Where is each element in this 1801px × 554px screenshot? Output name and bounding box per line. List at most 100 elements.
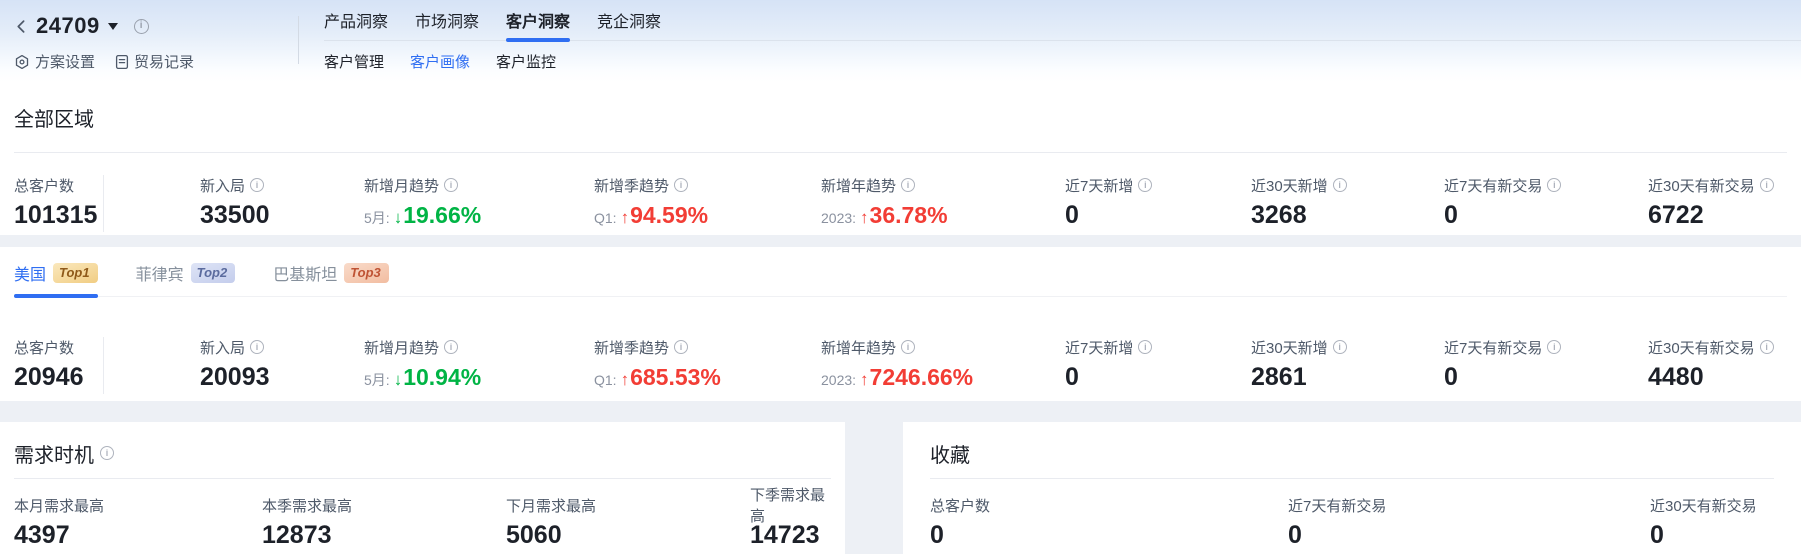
header-actions: 方案设置 贸易记录 xyxy=(14,51,298,72)
stat-new-7d: 近7天新增 0 xyxy=(1065,337,1251,394)
stat-label: 总客户数 xyxy=(930,495,990,516)
tab-customer-insight[interactable]: 客户洞察 xyxy=(506,0,570,40)
section-separator xyxy=(0,401,1801,422)
stat-label: 近30天有新交易 xyxy=(1650,495,1757,516)
stat-year-trend: 新增年趋势 2023: ↑36.78% xyxy=(821,175,1065,232)
stat-value: 3268 xyxy=(1251,201,1444,229)
info-icon[interactable] xyxy=(1333,178,1347,192)
stat-next-month-demand-high: 下月需求最高 5060 xyxy=(506,495,750,549)
info-icon[interactable] xyxy=(444,178,458,192)
tab-customer-profile[interactable]: 客户画像 xyxy=(410,51,470,72)
stat-total-customers: 总客户数 0 xyxy=(930,495,1288,549)
info-icon[interactable] xyxy=(1547,178,1561,192)
tab-product-insight[interactable]: 产品洞察 xyxy=(324,0,388,40)
trade-records-label: 贸易记录 xyxy=(134,51,194,72)
stat-label: 近30天新增 xyxy=(1251,337,1328,358)
stat-new-30d: 近30天新增 3268 xyxy=(1251,175,1444,232)
stat-total-customers: 总客户数 20946 xyxy=(14,337,104,394)
all-region-title: 全部区域 xyxy=(14,104,1787,130)
stat-value: 0 xyxy=(1065,363,1251,391)
arrow-up-icon: ↑ xyxy=(621,370,630,389)
stat-next-quarter-demand-high: 下季需求最高 14723 xyxy=(750,495,831,549)
tab-country-us[interactable]: 美国 Top1 xyxy=(14,261,98,296)
info-icon[interactable] xyxy=(444,340,458,354)
stat-value: 14723 xyxy=(750,521,831,549)
info-icon[interactable] xyxy=(1760,178,1774,192)
stat-value: 20093 xyxy=(200,363,364,391)
trade-records-button[interactable]: 贸易记录 xyxy=(115,51,194,72)
stat-value: 2861 xyxy=(1251,363,1444,391)
info-icon[interactable] xyxy=(250,340,264,354)
stat-quarter-demand-high: 本季需求最高 12873 xyxy=(262,495,506,549)
stat-value: Q1: ↑685.53% xyxy=(594,363,821,394)
info-icon[interactable] xyxy=(674,340,688,354)
bottom-row: 需求时机 本月需求最高 4397 本季需求最高 12873 下月需求最高 506… xyxy=(0,422,1801,554)
info-icon[interactable] xyxy=(1138,178,1152,192)
stat-label: 新增年趋势 xyxy=(821,337,896,358)
info-icon[interactable] xyxy=(901,340,915,354)
tab-country-pakistan[interactable]: 巴基斯坦 Top3 xyxy=(273,261,389,296)
favorites-stats: 总客户数 0 近7天有新交易 0 近30天有新交易 0 xyxy=(930,479,1774,549)
stat-value: 20946 xyxy=(14,363,103,391)
stat-trade-30d: 近30天有新交易 4480 xyxy=(1648,337,1787,394)
stat-trade-7d: 近7天有新交易 0 xyxy=(1444,337,1648,394)
tab-competitor-insight[interactable]: 竞企洞察 xyxy=(597,0,661,40)
trend-down-value: ↓19.66% xyxy=(394,201,482,232)
info-icon[interactable] xyxy=(250,178,264,192)
all-region-stats: 总客户数 101315 新入局 33500 新增月趋势 5月: ↓19.66% … xyxy=(14,153,1787,232)
top1-badge: Top1 xyxy=(53,263,98,283)
stat-label: 近7天新增 xyxy=(1065,337,1133,358)
tab-customer-manage[interactable]: 客户管理 xyxy=(324,51,384,72)
sub-nav-tabs: 客户管理 客户画像 客户监控 xyxy=(324,41,1801,81)
info-icon[interactable] xyxy=(901,178,915,192)
stat-label: 近7天有新交易 xyxy=(1288,495,1386,516)
stat-value: 5060 xyxy=(506,521,750,549)
tab-customer-monitor[interactable]: 客户监控 xyxy=(496,51,556,72)
stat-new-7d: 近7天新增 0 xyxy=(1065,175,1251,232)
tab-market-insight[interactable]: 市场洞察 xyxy=(415,0,479,40)
info-icon[interactable] xyxy=(1333,340,1347,354)
panel-gap xyxy=(845,422,903,554)
stat-value: 5月: ↓10.94% xyxy=(364,363,594,394)
stat-total-customers: 总客户数 101315 xyxy=(14,175,104,232)
country-label: 巴基斯坦 xyxy=(273,261,337,285)
top3-badge: Top3 xyxy=(344,263,389,283)
plan-settings-button[interactable]: 方案设置 xyxy=(14,51,95,72)
info-icon[interactable] xyxy=(1138,340,1152,354)
arrow-up-icon: ↑ xyxy=(860,208,869,227)
favorites-panel: 收藏 总客户数 0 近7天有新交易 0 近30天有新交易 0 xyxy=(903,422,1801,554)
info-icon[interactable] xyxy=(1760,340,1774,354)
header-tabs: 产品洞察 市场洞察 客户洞察 竞企洞察 客户管理 客户画像 客户监控 xyxy=(299,0,1801,82)
section-separator xyxy=(0,235,1801,247)
stat-trade-7d: 近7天有新交易 0 xyxy=(1444,175,1648,232)
stat-value: 0 xyxy=(1288,521,1650,549)
favorites-title: 收藏 xyxy=(930,440,1774,466)
info-icon[interactable] xyxy=(1547,340,1561,354)
trend-prefix: Q1: xyxy=(594,366,617,394)
info-icon[interactable] xyxy=(134,19,149,34)
chevron-down-icon[interactable] xyxy=(108,23,118,35)
stat-value: 0 xyxy=(1650,521,1774,549)
back-button[interactable] xyxy=(14,19,29,34)
stat-label: 近7天新增 xyxy=(1065,175,1133,196)
trend-prefix: 5月: xyxy=(364,366,390,394)
trend-up-value: ↑36.78% xyxy=(860,201,948,232)
stat-value: 4397 xyxy=(14,521,262,549)
stat-new-entrants: 新入局 20093 xyxy=(200,337,364,394)
trend-prefix: 2023: xyxy=(821,204,856,232)
stat-label: 本季需求最高 xyxy=(262,495,352,516)
stat-value: 33500 xyxy=(200,201,364,229)
gear-icon xyxy=(14,54,30,70)
stat-value: 2023: ↑7246.66% xyxy=(821,363,1065,394)
info-icon[interactable] xyxy=(100,446,114,460)
info-icon[interactable] xyxy=(674,178,688,192)
country-section: 美国 Top1 菲律宾 Top2 巴基斯坦 Top3 总客户数 20946 新入… xyxy=(0,247,1801,401)
stat-value: 6722 xyxy=(1648,201,1787,229)
plan-id[interactable]: 24709 xyxy=(36,13,100,39)
stat-value: 0 xyxy=(1444,363,1648,391)
stat-label: 近7天有新交易 xyxy=(1444,337,1542,358)
tab-country-philippines[interactable]: 菲律宾 Top2 xyxy=(136,261,236,296)
stat-value: 5月: ↓19.66% xyxy=(364,201,594,232)
stat-label: 新增月趋势 xyxy=(364,175,439,196)
trend-up-value: ↑7246.66% xyxy=(860,363,973,394)
